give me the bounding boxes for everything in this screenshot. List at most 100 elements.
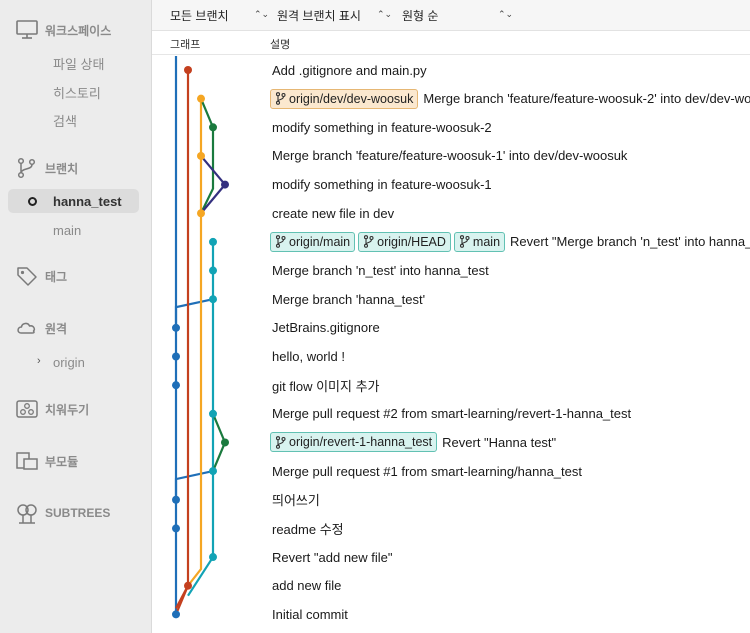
- commit-row[interactable]: Merge branch 'n_test' into hanna_test: [270, 257, 750, 285]
- branch-ref-tag[interactable]: origin/dev/dev-woosuk: [270, 88, 419, 109]
- commit-row[interactable]: modify something in feature-woosuk-2: [270, 113, 750, 141]
- cloud-icon: [17, 322, 36, 334]
- sidebar-item-history[interactable]: 히스토리: [0, 80, 152, 104]
- sidebar-item-label: main: [53, 222, 82, 238]
- commit-message: Merge branch 'feature/feature-woosuk-1' …: [272, 148, 628, 164]
- column-header-description[interactable]: 설명: [270, 36, 290, 52]
- commit-row[interactable]: Revert "add new file": [270, 543, 750, 571]
- commit-node[interactable]: [209, 295, 217, 304]
- commit-row[interactable]: Initial commit: [270, 600, 750, 628]
- commit-row[interactable]: JetBrains.gitignore: [270, 314, 750, 342]
- sidebar-item-label: 파일 상태: [53, 56, 105, 72]
- commit-row[interactable]: modify something in feature-woosuk-1: [270, 171, 750, 199]
- commit-row[interactable]: Merge branch 'feature/feature-woosuk-1' …: [270, 142, 750, 170]
- commit-node[interactable]: [172, 495, 180, 504]
- commit-row[interactable]: add new file: [270, 572, 750, 600]
- commit-message: Merge branch 'feature/feature-woosuk-2' …: [423, 91, 750, 107]
- commit-node[interactable]: [209, 123, 217, 132]
- sidebar-section-workspace[interactable]: 워크스페이스: [0, 17, 152, 43]
- graph-edge-blue: [174, 298, 214, 328]
- sidebar-section-label: 부모듈: [45, 454, 79, 469]
- commit-row[interactable]: Merge branch 'hanna_test': [270, 285, 750, 313]
- sidebar-item-branch-main[interactable]: main: [0, 218, 152, 242]
- commit-message: JetBrains.gitignore: [272, 320, 380, 336]
- sidebar-section-remotes[interactable]: 원격: [0, 315, 152, 341]
- sidebar-section-tags[interactable]: 태그: [0, 263, 152, 289]
- graph-edge-blue: [174, 470, 214, 500]
- commit-row[interactable]: git flow 이미지 추가: [270, 371, 750, 399]
- branch-icon: [275, 235, 286, 249]
- commit-row[interactable]: create new file in dev: [270, 199, 750, 227]
- branch-filter-label: 모든 브랜치: [170, 8, 229, 23]
- chevron-updown-icon: ⌃⌄: [498, 9, 514, 19]
- commit-row[interactable]: origin/revert-1-hanna_test Revert "Hanna …: [270, 428, 750, 456]
- commit-row[interactable]: Merge pull request #2 from smart-learnin…: [270, 400, 750, 428]
- sidebar-item-label: origin: [53, 354, 85, 370]
- commit-node[interactable]: [209, 237, 217, 246]
- sidebar-section-label: 브랜치: [45, 161, 79, 176]
- commit-node[interactable]: [197, 151, 205, 160]
- commit-message: modify something in feature-woosuk-2: [272, 119, 492, 135]
- commit-node[interactable]: [172, 323, 180, 332]
- branch-filter-dropdown[interactable]: 모든 브랜치 ⌃⌄: [170, 0, 269, 30]
- commit-node[interactable]: [209, 266, 217, 275]
- commit-message: hello, world !: [272, 349, 345, 364]
- branch-icon: [364, 235, 374, 249]
- commit-row[interactable]: Add .gitignore and main.py: [270, 56, 750, 84]
- sourcetree-window: 워크스페이스 파일 상태 히스토리 검색 브랜치 hanna_test main…: [0, 0, 750, 633]
- commit-node[interactable]: [172, 524, 180, 533]
- sidebar-item-label: hanna_test: [53, 193, 122, 209]
- branch-ref-tag[interactable]: origin/revert-1-hanna_test: [270, 432, 438, 453]
- sidebar-item-remote-origin[interactable]: › origin: [0, 350, 152, 374]
- tree-icon: [17, 504, 37, 524]
- commit-node[interactable]: [172, 381, 180, 390]
- monitor-icon: [16, 20, 38, 39]
- sidebar-item-label: 검색: [53, 113, 77, 129]
- sidebar-item-branch-hanna-test[interactable]: hanna_test: [8, 189, 139, 213]
- commit-message: Merge pull request #2 from smart-learnin…: [272, 406, 632, 422]
- commit-row[interactable]: 띄어쓰기: [270, 486, 750, 514]
- chevron-updown-icon: ⌃⌄: [254, 9, 270, 19]
- commit-row[interactable]: origin/main origin/HEAD main Revert "Merge …: [270, 228, 750, 256]
- sidebar-section-subtrees[interactable]: SUBTREES: [0, 500, 152, 526]
- commit-message: Revert "Merge branch 'n_test' into hanna…: [510, 234, 750, 250]
- commit-row[interactable]: origin/dev/dev-woosuk Merge branch 'featu…: [270, 85, 750, 113]
- column-header-graph[interactable]: 그래프: [170, 36, 200, 52]
- sidebar: 워크스페이스 파일 상태 히스토리 검색 브랜치 hanna_test main…: [0, 0, 152, 633]
- commit-row[interactable]: hello, world !: [270, 343, 750, 371]
- branch-ref-tag[interactable]: origin/main: [270, 231, 356, 252]
- stash-icon: [16, 400, 38, 418]
- commit-row[interactable]: Merge pull request #1 from smart-learnin…: [270, 457, 750, 485]
- column-headers: 그래프 설명: [152, 31, 750, 55]
- commit-node[interactable]: [197, 209, 205, 218]
- commit-node[interactable]: [184, 66, 192, 74]
- sidebar-section-label: 치워두기: [45, 402, 90, 417]
- sidebar-item-search[interactable]: 검색: [0, 108, 152, 132]
- branch-ref-tag[interactable]: origin/HEAD: [358, 231, 451, 252]
- sidebar-section-branches[interactable]: 브랜치: [0, 155, 152, 181]
- sidebar-section-submodules[interactable]: 부모듈: [0, 448, 152, 474]
- graph-lane-red: [174, 70, 190, 615]
- sidebar-section-stashes[interactable]: 치워두기: [0, 396, 152, 422]
- commit-node[interactable]: [209, 467, 217, 476]
- chevron-right-icon[interactable]: ›: [37, 355, 41, 367]
- commit-node[interactable]: [209, 553, 217, 562]
- commit-node[interactable]: [172, 352, 180, 361]
- commit-node[interactable]: [221, 180, 229, 189]
- commit-node[interactable]: [221, 438, 229, 447]
- commit-node[interactable]: [209, 409, 217, 418]
- show-remote-branches-dropdown[interactable]: 원격 브랜치 표시 ⌃⌄: [277, 0, 392, 30]
- branch-ref-tag[interactable]: main: [453, 231, 506, 252]
- commit-node[interactable]: [184, 581, 192, 590]
- commit-node[interactable]: [172, 610, 180, 619]
- sidebar-item-file-status[interactable]: 파일 상태: [0, 51, 152, 75]
- commit-message: Revert "Hanna test": [442, 434, 557, 450]
- commit-row[interactable]: readme 수정: [270, 514, 750, 542]
- chevron-updown-icon: ⌃⌄: [377, 9, 393, 19]
- sort-order-dropdown[interactable]: 원형 순 ⌃⌄: [402, 0, 514, 30]
- commit-node[interactable]: [197, 94, 205, 103]
- branch-icon: [459, 235, 470, 249]
- sort-order-label: 원형 순: [402, 8, 439, 23]
- branch-ref-label: origin/main: [289, 234, 351, 249]
- branch-ref-label: origin/dev/dev-woosuk: [289, 91, 414, 106]
